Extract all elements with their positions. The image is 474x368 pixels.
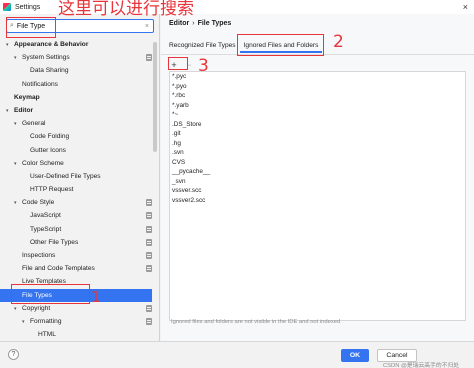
tree-item-label: JavaScript	[30, 212, 61, 220]
tree-item-inspections[interactable]: Inspections	[0, 249, 152, 262]
tree-item-file-and-code-templates[interactable]: File and Code Templates	[0, 262, 152, 275]
tree-item-code-folding[interactable]: Code Folding	[0, 130, 152, 143]
tree-item-color-scheme[interactable]: ▾ Color Scheme	[0, 157, 152, 170]
tree-item-label: Code Style	[22, 199, 55, 207]
tab-recognized-file-types[interactable]: Recognized File Types	[165, 38, 240, 53]
project-scope-icon	[146, 225, 152, 233]
annotation-tab-number: 2	[333, 32, 344, 52]
tree-item-notifications[interactable]: Notifications	[0, 78, 152, 91]
csdn-watermark: CSDN @是瑞云高手的不归处	[383, 363, 460, 368]
sidebar-scrollbar[interactable]	[153, 42, 157, 322]
tree-item-formatting[interactable]: ▾ Formatting	[0, 315, 152, 328]
annotation-search-note: 这里可以进行搜索	[58, 0, 194, 19]
tree-item-appearance-behavior[interactable]: ▾ Appearance & Behavior	[0, 38, 152, 51]
tree-item-general[interactable]: ▾ General	[0, 117, 152, 130]
tree-item-http-request[interactable]: HTTP Request	[0, 183, 152, 196]
ignored-hint-text: Ignored files and folders are not visibl…	[171, 319, 341, 325]
sidebar-scrollbar-thumb[interactable]	[153, 42, 157, 152]
ignored-pattern-item[interactable]: vssver.scc	[170, 186, 465, 196]
tree-item-label: Formatting	[30, 317, 62, 325]
list-toolbar: + −	[169, 60, 466, 71]
tree-item-label: TypeScript	[30, 225, 62, 233]
ignored-pattern-item[interactable]: *.pyc	[170, 72, 465, 82]
tree-item-system-settings[interactable]: ▾ System Settings	[0, 51, 152, 64]
tree-item-data-sharing[interactable]: Data Sharing	[0, 64, 152, 77]
project-scope-icon	[146, 252, 152, 259]
ignored-patterns-list[interactable]: *.pyc *.pyo *.rbc *.yarb *~ .DS_Store .git .hg.…	[169, 71, 466, 321]
ignored-pattern-item[interactable]: _svn	[170, 177, 465, 187]
ignored-pattern-item[interactable]: .DS_Store	[170, 120, 465, 130]
tree-item-label: Color Scheme	[22, 159, 64, 167]
breadcrumb-root[interactable]: Editor	[169, 20, 189, 27]
annotation-file-types-box	[11, 284, 90, 304]
tree-item-label: Copyright	[22, 304, 51, 312]
tree-item-label: General	[22, 120, 46, 128]
tree-item-keymap[interactable]: Keymap	[0, 91, 152, 104]
tree-item-label: Data Sharing	[30, 67, 69, 75]
tree-item-html[interactable]: HTML	[0, 328, 152, 341]
ignored-pattern-item[interactable]: *.rbc	[170, 91, 465, 101]
tree-item-editor[interactable]: ▾ Editor	[0, 104, 152, 117]
project-scope-icon	[146, 54, 152, 62]
ignored-pattern-item[interactable]: .hg	[170, 139, 465, 149]
tree-item-code-style[interactable]: ▾ Code Style	[0, 196, 152, 209]
ignored-pattern-item[interactable]: vssver2.scc	[170, 196, 465, 206]
tree-item-label: HTML	[38, 331, 56, 339]
dialog-footer: ? OK Cancel CSDN @是瑞云高手的不归处	[0, 341, 474, 368]
annotation-search-box	[6, 17, 56, 38]
app-logo-icon	[3, 3, 11, 11]
tree-item-label: User-Defined File Types	[30, 172, 101, 180]
tree-item-typescript[interactable]: TypeScript	[0, 223, 152, 236]
project-scope-icon	[146, 304, 152, 312]
tree-item-label: File and Code Templates	[22, 265, 95, 273]
ignored-pattern-item[interactable]: .svn	[170, 148, 465, 158]
window-title: Settings	[15, 3, 41, 11]
ignored-pattern-item[interactable]: *.yarb	[170, 101, 465, 111]
tree-item-label: Keymap	[14, 93, 40, 101]
ignored-pattern-item[interactable]: *.pyo	[170, 82, 465, 92]
annotation-add-number: 3	[198, 56, 209, 76]
tree-item-label: System Settings	[22, 54, 70, 62]
breadcrumb: Editor › File Types	[169, 20, 231, 27]
tree-item-label: Editor	[14, 106, 34, 114]
tree-item-user-defined-file-types[interactable]: User-Defined File Types	[0, 170, 152, 183]
ok-button[interactable]: OK	[341, 349, 369, 362]
tree-item-gutter-icons[interactable]: Gutter Icons	[0, 144, 152, 157]
tree-item-label: Notifications	[22, 80, 58, 88]
tree-item-label: Code Folding	[30, 133, 70, 141]
breadcrumb-current: File Types	[197, 20, 232, 27]
project-scope-icon	[146, 199, 152, 207]
project-scope-icon	[146, 212, 152, 220]
window-close-button[interactable]: ×	[463, 2, 468, 12]
tree-item-label: Gutter Icons	[30, 146, 66, 154]
breadcrumb-separator: ›	[192, 20, 195, 27]
annotation-file-types-number: 1	[91, 288, 101, 306]
clear-search-icon[interactable]: ×	[145, 23, 149, 30]
annotation-tab-box	[237, 34, 324, 56]
project-scope-icon	[146, 238, 152, 246]
tree-item-other-file-types[interactable]: Other File Types	[0, 236, 152, 249]
project-scope-icon	[146, 317, 152, 325]
annotation-add-box	[168, 57, 188, 70]
ignored-pattern-item[interactable]: __pycache__	[170, 167, 465, 177]
ignored-pattern-item[interactable]: .git	[170, 129, 465, 139]
tree-item-label: Inspections	[22, 252, 56, 259]
tree-item-label: Other File Types	[30, 238, 79, 246]
tree-item-label: HTTP Request	[30, 186, 74, 194]
project-scope-icon	[146, 265, 152, 273]
tree-item-label: Appearance & Behavior	[14, 41, 89, 48]
help-button[interactable]: ?	[8, 349, 19, 360]
tree-item-javascript[interactable]: JavaScript	[0, 209, 152, 222]
ignored-pattern-item[interactable]: CVS	[170, 158, 465, 168]
ignored-pattern-item[interactable]: *~	[170, 110, 465, 120]
